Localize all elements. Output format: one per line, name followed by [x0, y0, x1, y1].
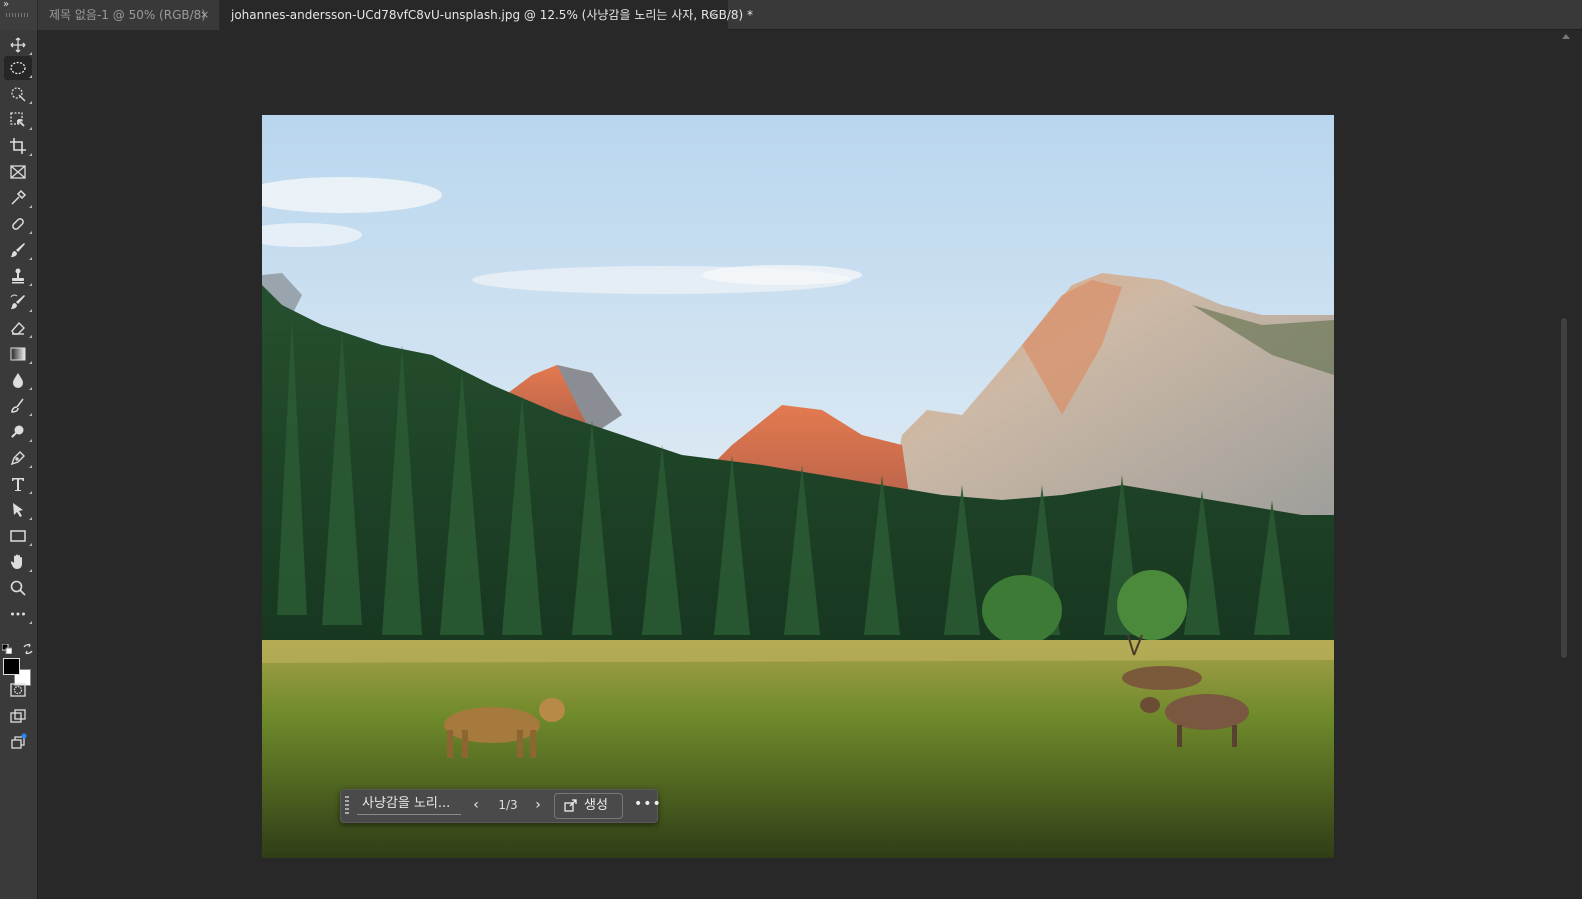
tab-label: 제목 없음-1 @ 50% (RGB/8) — [49, 8, 206, 22]
move-tool-icon[interactable] — [4, 33, 32, 57]
generative-prompt-field[interactable]: 사냥감을 노리... — [357, 794, 461, 815]
frame-tool-icon[interactable] — [4, 160, 32, 184]
document-tab-bar: » 제목 없음-1 @ 50% (RGB/8) × johannes-ander… — [0, 0, 1582, 30]
crop-tool-icon[interactable] — [4, 134, 32, 158]
hand-tool-icon[interactable] — [4, 550, 32, 574]
quick-selection-tool-icon[interactable] — [4, 82, 32, 106]
tab-active-document[interactable]: johannes-andersson-UCd78vfC8vU-unsplash.… — [220, 0, 753, 30]
close-icon[interactable]: × — [200, 0, 209, 30]
contextual-task-bar: 사냥감을 노리... ‹ 1/3 › 생성 ••• — [340, 789, 661, 823]
document-image[interactable] — [262, 115, 1334, 858]
gradient-tool-icon[interactable] — [4, 342, 32, 366]
chevron-left-icon[interactable]: ‹ — [469, 797, 483, 813]
share-edit-icon[interactable] — [4, 730, 32, 754]
double-chevron-icon[interactable]: » — [3, 0, 9, 10]
grip-dots — [6, 13, 28, 17]
brush-tool-icon[interactable] — [4, 238, 32, 262]
generate-label: 생성 — [584, 798, 608, 813]
panel-collapse-grip[interactable]: » — [0, 0, 38, 30]
color-swatches — [2, 643, 36, 686]
screen-mode-icon[interactable] — [4, 704, 32, 728]
scroll-up-arrow-icon[interactable] — [1562, 34, 1570, 39]
more-tools-icon[interactable] — [4, 602, 32, 626]
landscape-photo — [262, 115, 1334, 858]
tools-panel — [0, 30, 38, 899]
generate-icon — [564, 799, 577, 812]
elliptical-marquee-tool-icon[interactable] — [4, 56, 32, 80]
close-icon[interactable]: × — [708, 0, 717, 30]
default-colors-icon[interactable] — [2, 644, 12, 654]
path-selection-tool-icon[interactable] — [4, 498, 32, 522]
object-selection-tool-icon[interactable] — [4, 108, 32, 132]
tab-untitled-1[interactable]: 제목 없음-1 @ 50% (RGB/8) × — [38, 0, 220, 30]
dodge-tool-icon[interactable] — [4, 420, 32, 444]
smudge-tool-icon[interactable] — [4, 394, 32, 418]
drag-handle[interactable] — [345, 796, 349, 816]
type-tool-icon[interactable] — [4, 472, 32, 496]
blur-tool-icon[interactable] — [4, 368, 32, 392]
swap-colors-icon[interactable] — [22, 643, 34, 655]
spot-healing-brush-icon[interactable] — [4, 212, 32, 236]
generate-button[interactable]: 생성 — [554, 793, 623, 819]
foreground-color-swatch[interactable] — [3, 658, 20, 675]
quick-mask-icon[interactable] — [4, 678, 32, 702]
eyedropper-tool-icon[interactable] — [4, 186, 32, 210]
rectangle-tool-icon[interactable] — [4, 524, 32, 548]
more-options-icon[interactable]: ••• — [634, 796, 662, 812]
chevron-right-icon[interactable]: › — [531, 797, 545, 813]
eraser-tool-icon[interactable] — [4, 316, 32, 340]
history-brush-icon[interactable] — [4, 290, 32, 314]
tab-label: johannes-andersson-UCd78vfC8vU-unsplash.… — [231, 8, 754, 22]
pen-tool-icon[interactable] — [4, 446, 32, 470]
variation-counter: 1/3 — [498, 798, 518, 812]
scrollbar-thumb[interactable] — [1561, 318, 1567, 658]
clone-stamp-tool-icon[interactable] — [4, 264, 32, 288]
zoom-tool-icon[interactable] — [4, 576, 32, 600]
